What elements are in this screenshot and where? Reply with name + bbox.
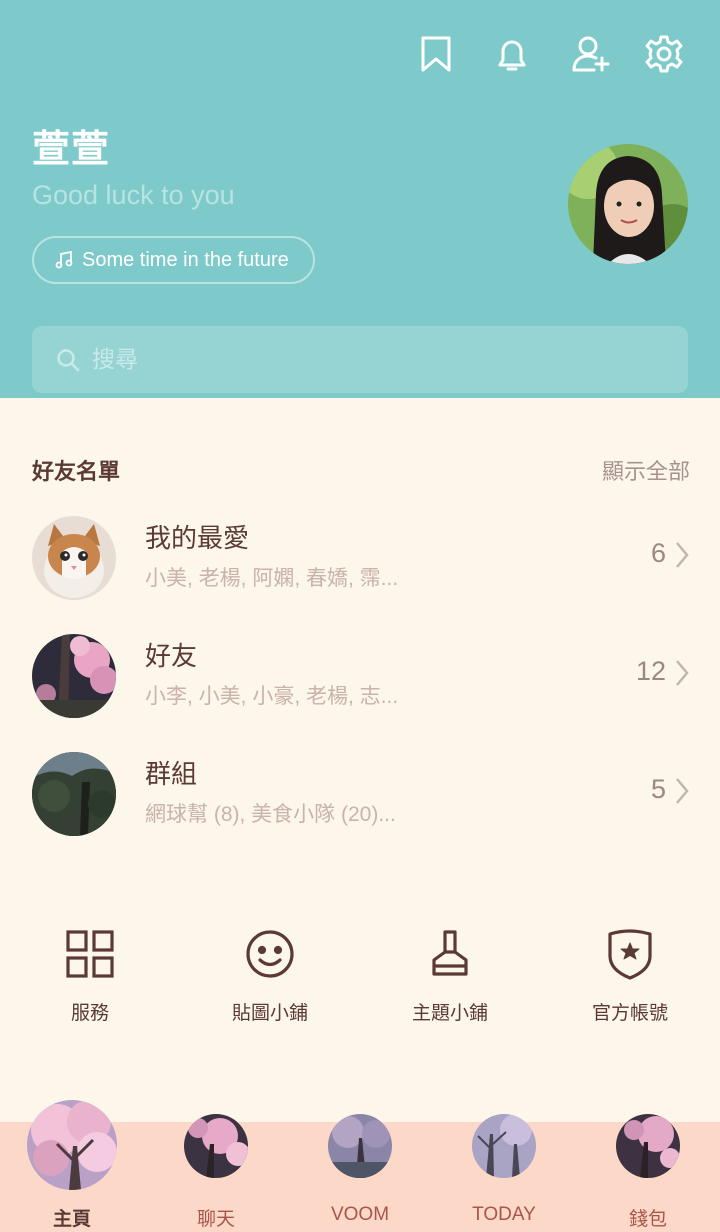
voom-tab-icon xyxy=(328,1114,392,1178)
row-count: 12 xyxy=(635,656,666,686)
status-message[interactable]: Good luck to you xyxy=(32,180,235,211)
today-tab-icon xyxy=(472,1114,536,1178)
row-subtitle: 小李, 小美, 小豪, 老楊, 志... xyxy=(145,685,399,708)
music-title: Some time in the future xyxy=(82,248,289,271)
theme-shop-button[interactable]: 主題小鋪 xyxy=(360,924,540,1034)
grid-icon xyxy=(66,930,114,978)
sticker-shop-button[interactable]: 貼圖小鋪 xyxy=(180,924,360,1034)
nav-label: 錢包 xyxy=(628,1209,667,1230)
home-tab-icon xyxy=(27,1100,117,1190)
row-title: 好友 xyxy=(145,641,198,671)
row-subtitle: 網球幫 (8), 美食小隊 (20)... xyxy=(145,803,396,826)
official-accounts-button[interactable]: 官方帳號 xyxy=(540,924,720,1034)
profile-header: 萱萱 Good luck to you Some time in the fut… xyxy=(0,0,720,398)
row-subtitle: 小美, 老楊, 阿嫻, 春嬌, 霈... xyxy=(145,567,399,590)
nav-voom[interactable]: VOOM xyxy=(288,1114,432,1232)
row-count: 5 xyxy=(650,774,666,804)
nav-today[interactable]: TODAY xyxy=(432,1114,576,1232)
shortcut-label: 貼圖小鋪 xyxy=(231,1003,308,1024)
cat-avatar xyxy=(32,516,116,600)
nav-home[interactable]: 主頁 xyxy=(0,1100,144,1232)
wallet-tab-icon xyxy=(616,1114,680,1178)
chevron-right-icon xyxy=(676,778,689,804)
bottom-navigation: 主頁 聊天 VOOM TODAY 錢包 xyxy=(0,1100,720,1232)
blossom-avatar xyxy=(32,634,116,718)
chat-tab-icon xyxy=(184,1114,248,1178)
row-title: 我的最愛 xyxy=(145,523,250,553)
search-icon xyxy=(57,348,80,371)
row-title: 群組 xyxy=(145,759,198,789)
search-bar[interactable] xyxy=(32,326,688,393)
search-input[interactable] xyxy=(92,346,652,373)
nav-label: 主頁 xyxy=(52,1209,91,1230)
music-note-icon xyxy=(55,250,73,269)
profile-music-button[interactable]: Some time in the future xyxy=(32,236,315,284)
profile-name[interactable]: 萱萱 xyxy=(32,118,110,173)
profile-avatar[interactable] xyxy=(568,144,688,264)
services-button[interactable]: 服務 xyxy=(0,924,180,1034)
friend-list-title: 好友名單 xyxy=(32,459,121,484)
shield-star-icon xyxy=(608,929,652,980)
bookmark-icon[interactable] xyxy=(414,32,458,76)
forest-avatar xyxy=(32,752,116,836)
chevron-right-icon xyxy=(676,660,689,686)
friend-group-row-friends[interactable]: 好友 小李, 小美, 小豪, 老楊, 志... 12 xyxy=(0,626,720,726)
shortcut-label: 官方帳號 xyxy=(591,1003,668,1024)
show-all-link[interactable]: 顯示全部 xyxy=(602,454,690,486)
friend-group-row-groups[interactable]: 群組 網球幫 (8), 美食小隊 (20)... 5 xyxy=(0,744,720,844)
shortcut-label: 主題小鋪 xyxy=(411,1003,488,1024)
row-count: 6 xyxy=(650,538,666,568)
friend-group-row-favorites[interactable]: 我的最愛 小美, 老楊, 阿嫻, 春嬌, 霈... 6 xyxy=(0,508,720,608)
nav-chat[interactable]: 聊天 xyxy=(144,1114,288,1232)
chevron-right-icon xyxy=(676,542,689,568)
nav-wallet[interactable]: 錢包 xyxy=(576,1114,720,1232)
gear-icon[interactable] xyxy=(642,32,686,76)
shortcut-label: 服務 xyxy=(70,1003,109,1024)
add-friend-icon[interactable] xyxy=(568,32,612,76)
nav-label: VOOM xyxy=(330,1204,390,1225)
nav-label: 聊天 xyxy=(196,1209,235,1230)
nav-label: TODAY xyxy=(472,1204,536,1225)
brush-icon xyxy=(432,930,468,976)
smiley-icon xyxy=(246,930,294,978)
bell-icon[interactable] xyxy=(490,32,534,76)
